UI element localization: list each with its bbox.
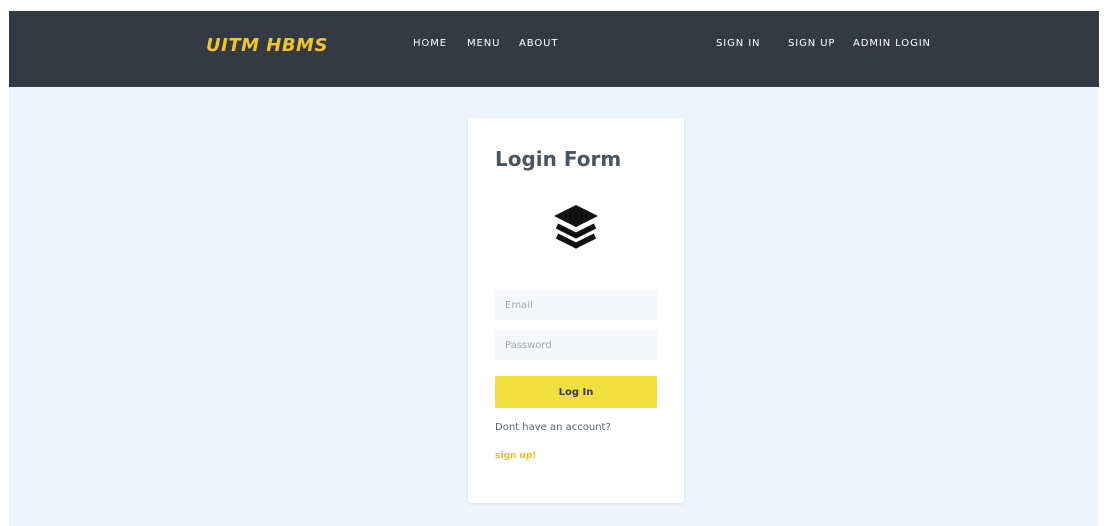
layers-icon xyxy=(554,205,598,249)
navbar: UITM HBMS HOME MENU ABOUT SIGN IN SIGN U… xyxy=(9,11,1099,87)
log-in-button[interactable]: Log In xyxy=(495,376,657,408)
sign-up-link[interactable]: sign up! xyxy=(495,451,536,461)
email-input[interactable] xyxy=(495,291,657,320)
nav-menu-link[interactable]: MENU xyxy=(467,38,500,49)
login-form-title: Login Form xyxy=(495,147,622,171)
login-card: Login Form Log In Dont have an account? … xyxy=(468,118,684,503)
page: UITM HBMS HOME MENU ABOUT SIGN IN SIGN U… xyxy=(9,11,1099,526)
nav-admin-login-link[interactable]: ADMIN LOGIN xyxy=(853,38,931,49)
nav-about-link[interactable]: ABOUT xyxy=(519,38,558,49)
nav-sign-in-link[interactable]: SIGN IN xyxy=(716,38,760,49)
brand-logo[interactable]: UITM HBMS xyxy=(206,35,328,56)
nav-sign-up-link[interactable]: SIGN UP xyxy=(788,38,835,49)
nav-home-link[interactable]: HOME xyxy=(413,38,447,49)
no-account-text: Dont have an account? xyxy=(495,422,611,433)
password-input[interactable] xyxy=(495,331,657,360)
